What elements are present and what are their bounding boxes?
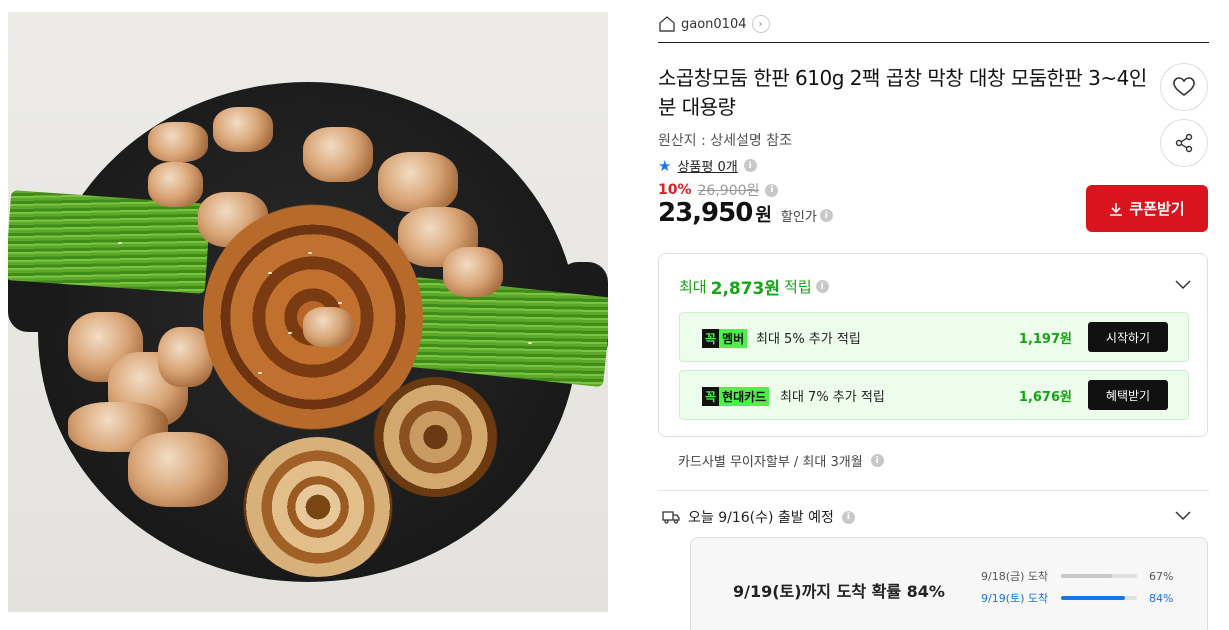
shop-breadcrumb[interactable]: gaon0104 › — [658, 13, 770, 35]
truck-icon — [662, 511, 680, 524]
divider — [658, 490, 1209, 491]
info-icon[interactable]: i — [870, 454, 884, 467]
promo-amount: 1,197원 — [1018, 332, 1072, 347]
max-points[interactable]: 최대 2,873원 적립 i — [679, 274, 829, 299]
membership-promo: 꼭 멤버 최대 5% 추가 적립 1,197원 시작하기 — [679, 312, 1189, 362]
eta-row: 9/18(금) 도착 67% — [981, 569, 1174, 584]
price-unit: 원 — [755, 205, 772, 226]
origin-text: 원산지 : 상세설명 참조 — [658, 133, 792, 149]
discount-rate: 10% — [658, 182, 692, 198]
eta-row: 9/19(토) 도착 84% — [981, 591, 1174, 606]
original-price: 26,900원 — [697, 183, 760, 199]
benefit-button[interactable]: 혜택받기 — [1088, 380, 1168, 410]
chevron-down-icon[interactable] — [1175, 276, 1191, 292]
points-section: 최대 2,873원 적립 i 꼭 멤버 최대 5% 추가 적립 1,197원 시작… — [658, 253, 1208, 437]
price-value: 23,950 — [658, 198, 753, 228]
coupon-label: 쿠폰받기 — [1129, 200, 1185, 218]
promo-desc: 최대 7% 추가 적립 — [780, 390, 885, 405]
card-promo: 꼭 현대카드 최대 7% 추가 적립 1,676원 혜택받기 — [679, 370, 1189, 420]
product-page: gaon0104 › 소곱창모둠 한판 610g 2팩 곱창 막창 대창 모둠한… — [0, 0, 1229, 630]
product-title: 소곱창모둠 한판 610g 2팩 곱창 막창 대창 모둠한판 3~4인분 대용량 — [658, 66, 1147, 119]
home-icon — [659, 16, 675, 32]
discount-row: 10% 26,900원 i — [658, 180, 779, 200]
star-icon: ★ — [658, 156, 672, 175]
like-button[interactable] — [1160, 63, 1208, 111]
info-icon[interactable]: i — [765, 183, 779, 197]
divider — [658, 42, 1209, 43]
share-icon — [1175, 133, 1193, 153]
review-link[interactable]: ★ 상품평 0개 i — [658, 156, 757, 175]
installment-info: 카드사별 무이자할부 / 최대 3개월 i — [678, 451, 884, 470]
chevron-right-icon[interactable]: › — [751, 15, 770, 33]
product-image[interactable] — [8, 12, 608, 612]
heart-icon — [1173, 77, 1195, 96]
price-label: 할인가 — [780, 210, 817, 225]
coupon-button[interactable]: 쿠폰받기 — [1086, 185, 1208, 232]
promo-desc: 최대 5% 추가 적립 — [756, 332, 861, 347]
promo-amount: 1,676원 — [1018, 390, 1072, 405]
shipping-text: 오늘 9/16(수) 출발 예정 — [688, 510, 834, 526]
delivery-estimate: 9/19(토)까지 도착 확률 84% 9/18(금) 도착 67% 9/19(… — [690, 537, 1208, 630]
promo-badge: 꼭 멤버 — [702, 328, 748, 348]
info-icon[interactable]: i — [815, 280, 829, 293]
sale-price: 23,950 원 할인가 i — [658, 198, 833, 228]
start-button[interactable]: 시작하기 — [1088, 322, 1168, 352]
share-button[interactable] — [1160, 119, 1208, 167]
chevron-down-icon[interactable] — [1175, 507, 1191, 523]
info-icon[interactable]: i — [819, 209, 833, 222]
eta-headline: 9/19(토)까지 도착 확률 84% — [733, 582, 945, 601]
probability-fill — [1061, 574, 1112, 578]
shop-name[interactable]: gaon0104 — [681, 17, 747, 32]
probability-bar — [1061, 574, 1137, 578]
download-icon — [1110, 202, 1123, 216]
promo-badge: 꼭 현대카드 — [702, 386, 770, 406]
info-icon[interactable]: i — [841, 510, 855, 524]
shipping-info[interactable]: 오늘 9/16(수) 출발 예정 i — [662, 507, 855, 527]
review-count[interactable]: 상품평 0개 — [677, 156, 737, 175]
probability-fill — [1061, 596, 1125, 600]
points-amount: 2,873원 — [710, 279, 781, 299]
info-icon[interactable]: i — [743, 159, 757, 172]
probability-bar — [1061, 596, 1137, 600]
